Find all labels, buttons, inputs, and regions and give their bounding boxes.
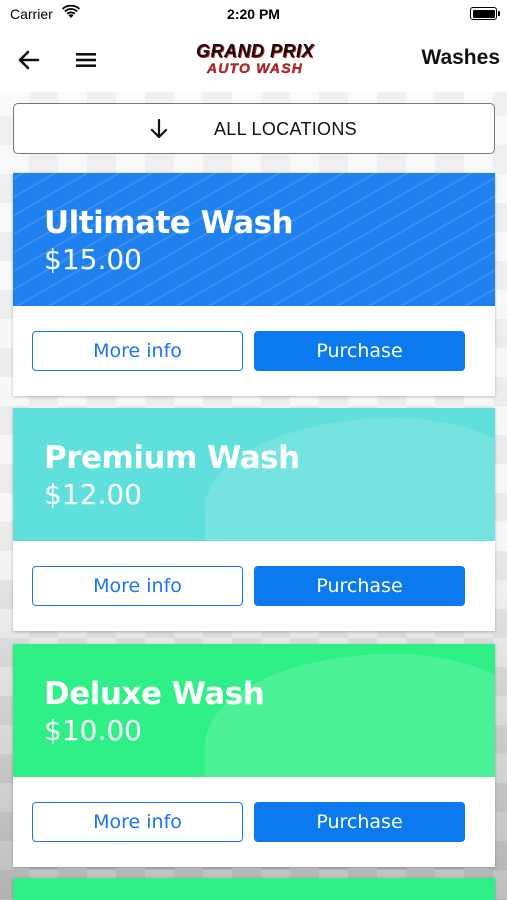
- hamburger-menu-icon[interactable]: [74, 47, 98, 73]
- wash-banner: Deluxe Wash $10.00: [13, 644, 495, 777]
- more-info-button[interactable]: More info: [32, 566, 243, 606]
- more-info-button[interactable]: More info: [32, 802, 243, 842]
- wash-banner: Premium Wash $12.00: [13, 408, 495, 541]
- arrow-down-icon: [150, 118, 168, 139]
- logo-line-1: GRAND PRIX: [195, 41, 314, 61]
- wash-name: Deluxe Wash: [44, 676, 265, 712]
- wash-price: $10.00: [44, 714, 142, 747]
- purchase-button[interactable]: Purchase: [254, 566, 465, 606]
- logo-line-2: AUTO WASH: [206, 60, 304, 76]
- clock-time: 2:20 PM: [227, 6, 280, 22]
- location-selector-label: ALL LOCATIONS: [214, 119, 357, 139]
- wash-card-premium: Premium Wash $12.00 More info Purchase: [13, 408, 495, 631]
- arrow-left-icon[interactable]: [16, 47, 42, 73]
- wash-banner: Ultimate Wash $15.00: [13, 173, 495, 306]
- car-silhouette: [205, 654, 495, 777]
- wash-card-ultimate: Ultimate Wash $15.00 More info Purchase: [13, 173, 495, 396]
- battery-icon: [470, 7, 500, 20]
- purchase-button[interactable]: Purchase: [254, 331, 465, 371]
- status-bar: Carrier 2:20 PM: [0, 0, 507, 28]
- purchase-button[interactable]: Purchase: [254, 802, 465, 842]
- wash-name: Premium Wash: [44, 440, 300, 476]
- grand-prix-logo: GRAND PRIX AUTO WASH: [190, 42, 320, 82]
- wash-price: $15.00: [44, 243, 142, 276]
- navigation-bar: GRAND PRIX AUTO WASH Washes: [0, 28, 507, 92]
- wash-card-partial: [13, 878, 495, 900]
- wash-price: $12.00: [44, 478, 142, 511]
- wash-name: Ultimate Wash: [44, 205, 294, 241]
- more-info-button[interactable]: More info: [32, 331, 243, 371]
- wash-card-deluxe: Deluxe Wash $10.00 More info Purchase: [13, 644, 495, 867]
- car-silhouette: [205, 418, 495, 541]
- page-title: Washes: [421, 46, 500, 69]
- location-selector[interactable]: ALL LOCATIONS: [13, 103, 495, 154]
